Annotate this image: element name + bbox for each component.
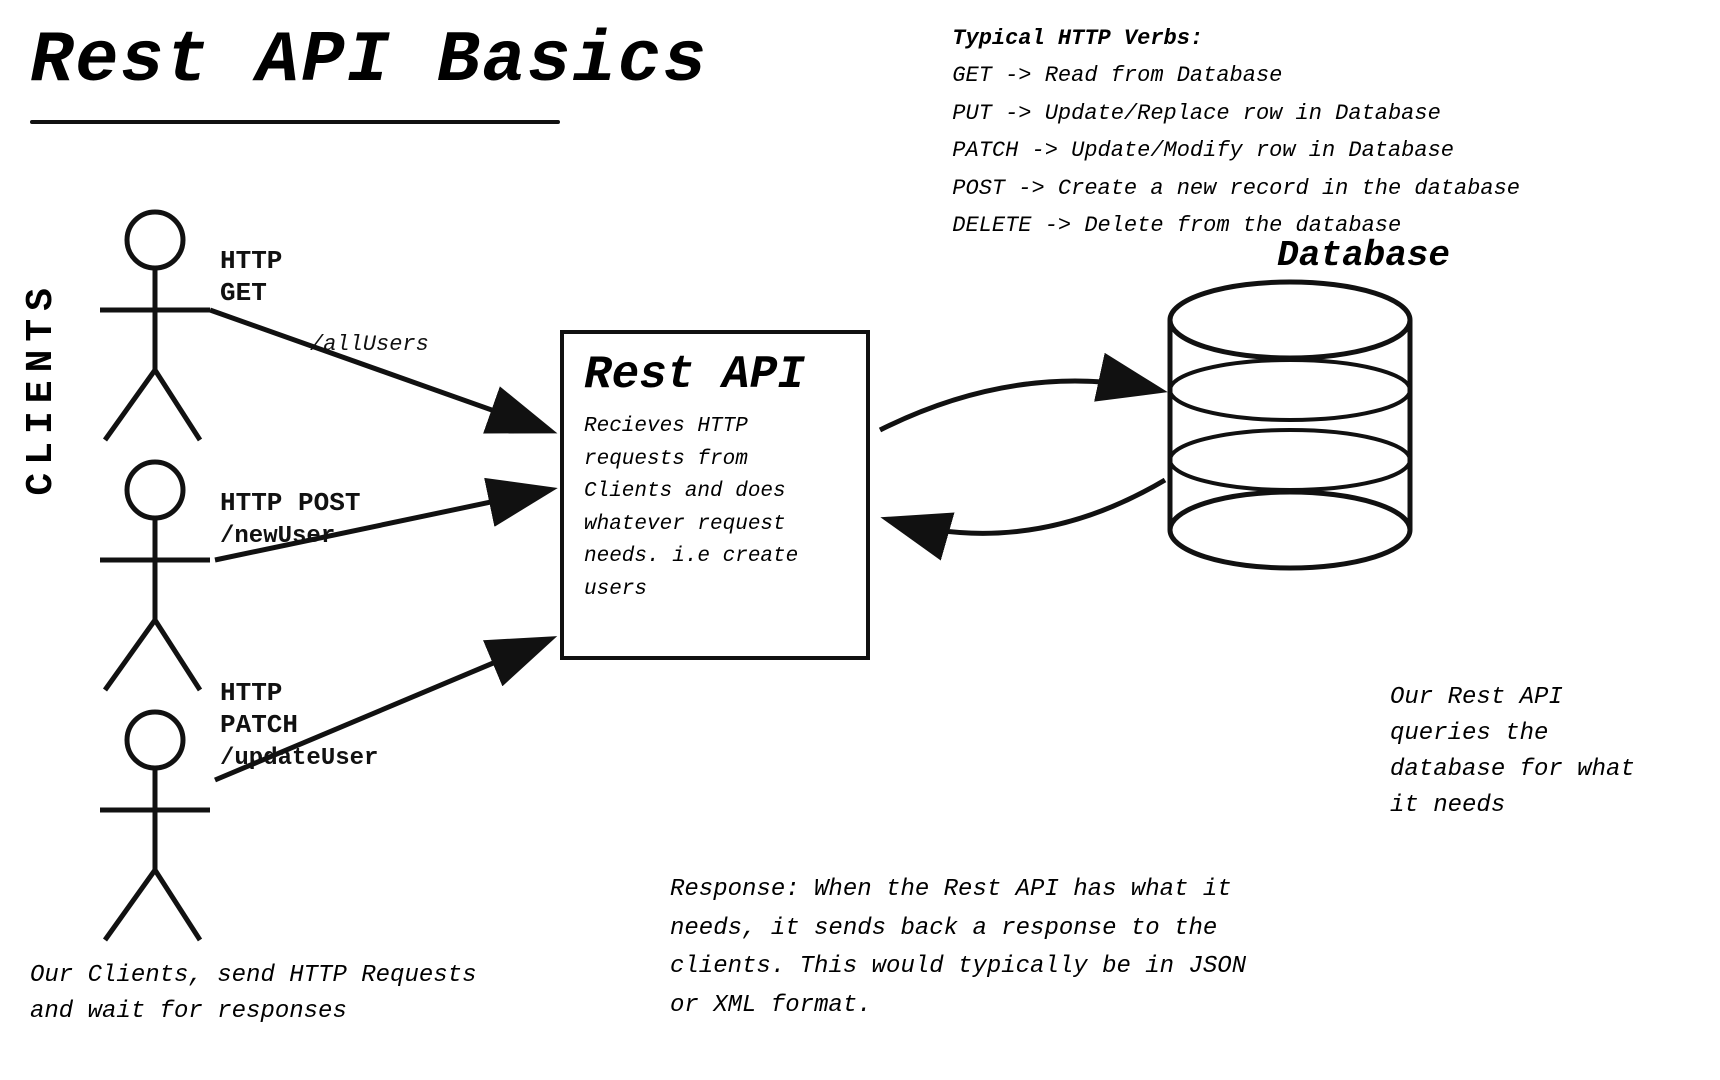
database-label: Database xyxy=(1277,235,1450,276)
verb-put: PUT -> Update/Replace row in Database xyxy=(952,95,1520,132)
db-queries-desc: Our Rest API queries the database for wh… xyxy=(1390,680,1670,824)
svg-text:/updateUser: /updateUser xyxy=(220,745,378,772)
svg-text:/newUser: /newUser xyxy=(220,523,335,550)
title-underline xyxy=(30,120,560,124)
verb-get: GET -> Read from Database xyxy=(952,57,1520,94)
verb-patch: PATCH -> Update/Modify row in Database xyxy=(952,132,1520,169)
clients-label: CLIENTS xyxy=(20,280,63,496)
clients-desc: Our Clients, send HTTP Requestsand wait … xyxy=(30,958,476,1030)
page-title: Rest API Basics xyxy=(30,20,708,102)
rest-api-box: Rest API Recieves HTTP requests from Cli… xyxy=(560,330,870,660)
svg-text:HTTP POST: HTTP POST xyxy=(220,488,360,518)
svg-text:HTTP: HTTP xyxy=(220,678,282,708)
rest-api-desc: Recieves HTTP requests from Clients and … xyxy=(584,411,846,606)
svg-text:/allUsers: /allUsers xyxy=(310,332,429,357)
svg-text:HTTP: HTTP xyxy=(220,246,282,276)
verb-post: POST -> Create a new record in the datab… xyxy=(952,170,1520,207)
svg-text:GET: GET xyxy=(220,278,267,308)
response-desc: Response: When the Rest API has what it … xyxy=(670,871,1270,1025)
page-container: Rest API Basics Typical HTTP Verbs: GET … xyxy=(0,0,1720,1080)
verbs-box: Typical HTTP Verbs: GET -> Read from Dat… xyxy=(952,20,1520,244)
svg-text:PATCH: PATCH xyxy=(220,710,298,740)
rest-api-title: Rest API xyxy=(584,349,846,401)
verbs-title: Typical HTTP Verbs: xyxy=(952,20,1520,57)
